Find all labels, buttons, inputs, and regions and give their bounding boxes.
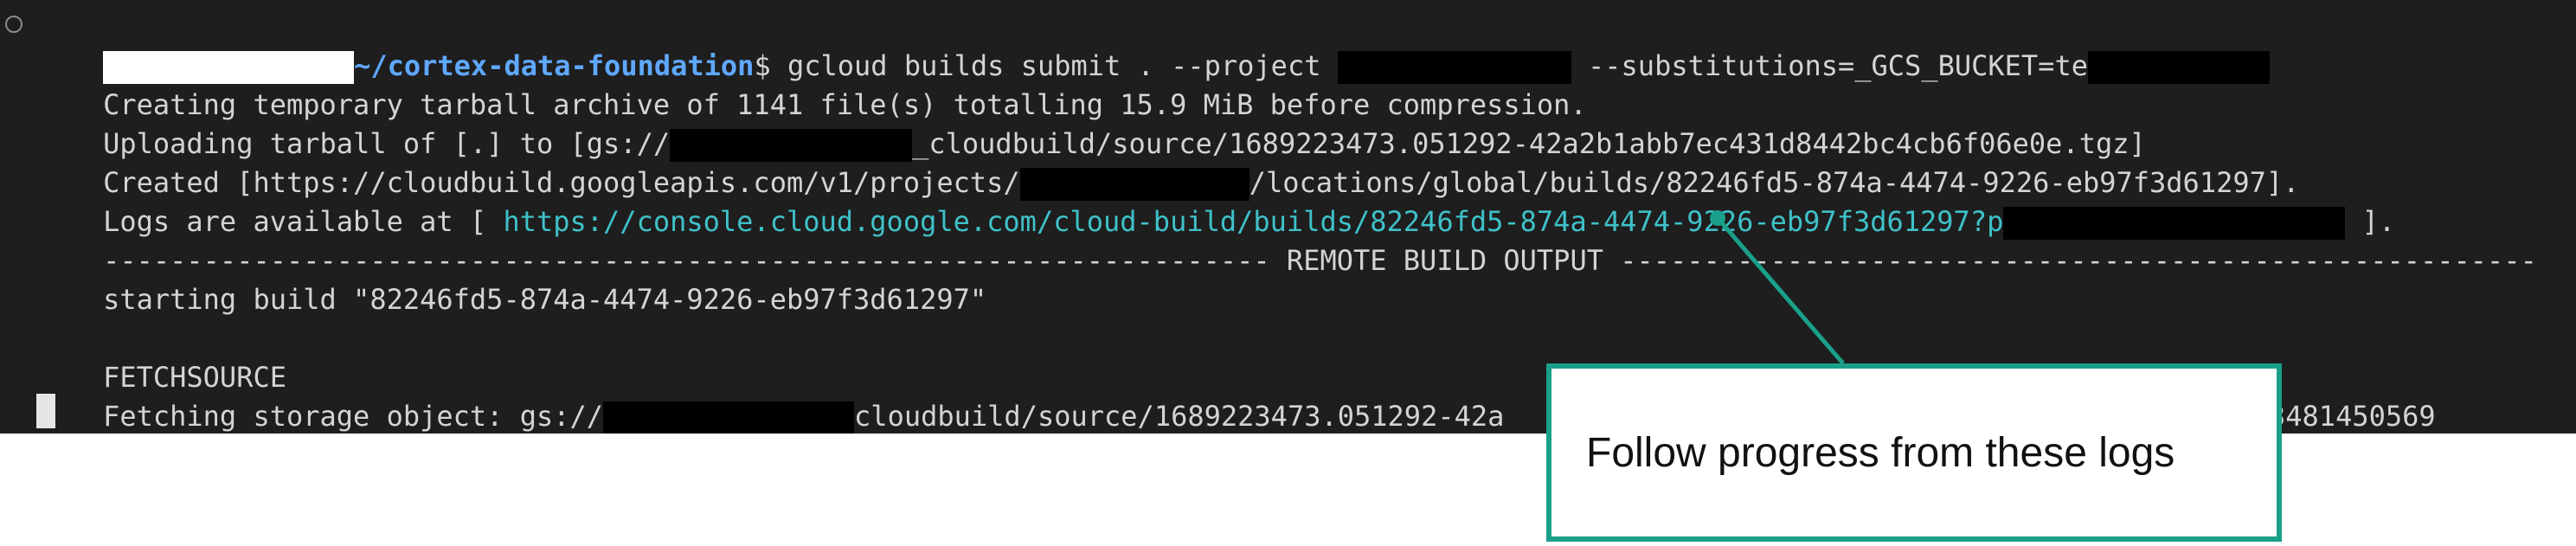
log-line-fetchsource: FETCHSOURCE bbox=[36, 320, 286, 394]
redacted-bucket bbox=[2087, 51, 2270, 84]
redacted-bucket bbox=[603, 401, 855, 434]
log-text: starting build "82246fd5-874a-4474-9226-… bbox=[103, 283, 987, 316]
command-line: ~/cortex-data-foundation$ gcloud builds … bbox=[36, 9, 2270, 84]
callout-text: Follow progress from these logs bbox=[1586, 429, 2175, 476]
remote-build-divider: ----------------------------------------… bbox=[36, 203, 2537, 277]
divider-dashes: ----------------------------------------… bbox=[1620, 244, 2537, 277]
log-line-created: Created [https://cloudbuild.googleapis.c… bbox=[36, 125, 2299, 201]
log-line-logs: Logs are available at [ https://console.… bbox=[36, 164, 2395, 240]
terminal-cursor bbox=[36, 394, 55, 428]
command-tail: te bbox=[2054, 49, 2088, 82]
log-line-starting: starting build "82246fd5-874a-4474-9226-… bbox=[36, 242, 986, 316]
divider-label: REMOTE BUILD OUTPUT bbox=[1269, 244, 1621, 277]
log-text: Fetching storage object: gs:// bbox=[103, 400, 604, 433]
prompt-marker-icon bbox=[5, 16, 22, 33]
log-line-fetching: Fetching storage object: gs:// cloudbuild… bbox=[36, 359, 2436, 434]
command-text-2: --substitutions=_GCS_BUCKET= bbox=[1571, 49, 2055, 82]
log-line-upload: Uploading tarball of [.] to [gs://_cloud… bbox=[36, 87, 2146, 162]
log-line-tarball: Creating temporary tarball archive of 11… bbox=[36, 48, 1587, 121]
log-text: 3481450569 bbox=[2269, 400, 2436, 433]
annotation-callout: Follow progress from these logs bbox=[1546, 363, 2282, 542]
log-text: cloudbuild/source/1689223473.051292-42a bbox=[854, 400, 1505, 433]
